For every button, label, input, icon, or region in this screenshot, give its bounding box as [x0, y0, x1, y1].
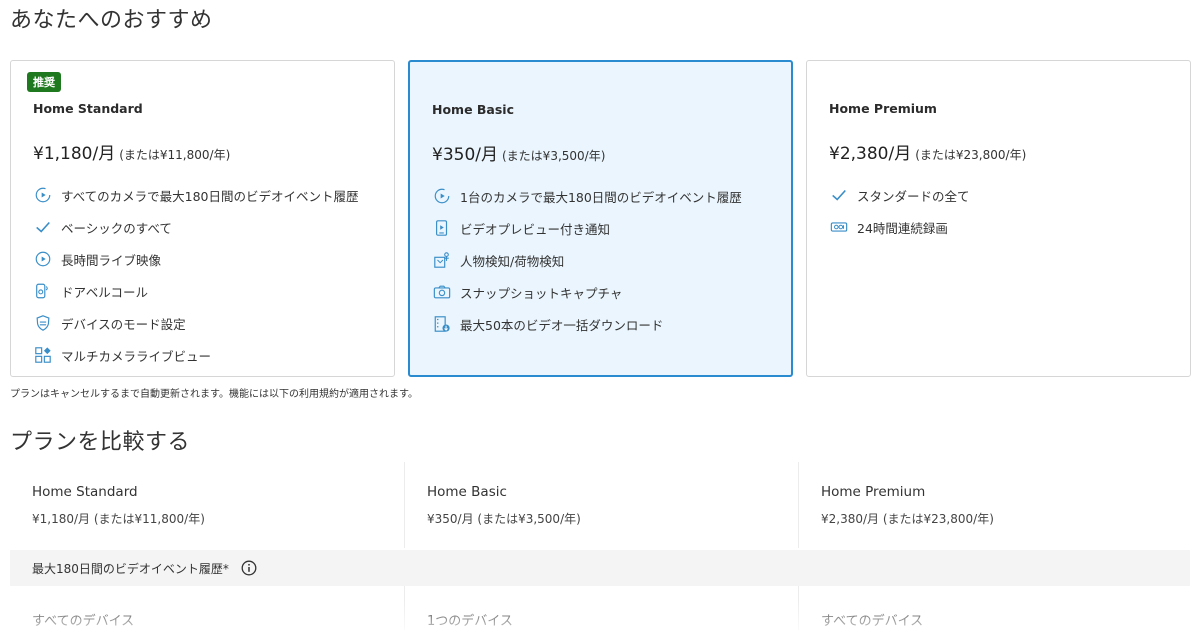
feature-item: 1台のカメラで最大180日間のビデオイベント履歴: [432, 180, 742, 212]
plan-card-home-basic[interactable]: Home Basic ¥350/月 (または¥3,500/年) 1台のカメラで最大…: [408, 60, 793, 377]
continuous-record-icon: [829, 217, 849, 237]
feature-list: すべてのカメラで最大180日間のビデオイベント履歴 ベーシックのすべて 長時間ラ…: [33, 179, 359, 371]
compare-plan-home-basic: Home Basic ¥350/月 (または¥3,500/年): [404, 462, 798, 548]
check-icon: [829, 185, 849, 205]
compare-plan-price: ¥350/月 (または¥3,500/年): [427, 512, 581, 526]
feature-item: マルチカメラライブビュー: [33, 339, 359, 371]
feature-item: スタンダードの全て: [829, 179, 970, 211]
monthly-price: ¥1,180/月: [33, 144, 116, 164]
compare-plan-name: Home Standard: [32, 484, 138, 500]
bulk-download-icon: [432, 314, 452, 334]
yearly-price: (または¥3,500/年): [502, 149, 606, 163]
compare-plan-name: Home Premium: [821, 484, 926, 500]
compare-feature-label: 最大180日間のビデオイベント履歴*: [32, 561, 229, 576]
device-coverage-basic: 1つのデバイス: [404, 586, 798, 630]
compare-plan-name: Home Basic: [427, 484, 507, 500]
compare-device-row: すべてのデバイス 1つのデバイス すべてのデバイス: [10, 586, 1190, 630]
device-coverage-premium: すべてのデバイス: [798, 586, 1190, 630]
plan-card-home-premium[interactable]: Home Premium ¥2,380/月 (または¥23,800/年) スタンダ…: [806, 60, 1191, 377]
play-history-icon: [33, 185, 53, 205]
feature-list: スタンダードの全て 24時間連続録画: [829, 179, 970, 243]
recommend-title: あなたへのおすすめ: [10, 8, 213, 33]
plan-price: ¥1,180/月 (または¥11,800/年): [33, 139, 230, 164]
check-icon: [33, 217, 53, 237]
yearly-price: (または¥11,800/年): [119, 148, 231, 162]
person-package-icon: [432, 250, 452, 270]
plan-name: Home Premium: [829, 101, 937, 116]
snapshot-camera-icon: [432, 282, 452, 302]
monthly-price: ¥350/月: [432, 145, 498, 165]
multi-camera-icon: [33, 345, 53, 365]
plan-name: Home Basic: [432, 102, 515, 117]
compare-plan-price: ¥1,180/月 (または¥11,800/年): [32, 512, 205, 526]
feature-item: 長時間ライブ映像: [33, 243, 359, 275]
doorbell-icon: [33, 281, 53, 301]
plan-card-home-standard[interactable]: 推奨 Home Standard ¥1,180/月 (または¥11,800/年) …: [10, 60, 395, 377]
feature-item: ベーシックのすべて: [33, 211, 359, 243]
plan-name: Home Standard: [33, 101, 143, 116]
feature-item: 最大50本のビデオ一括ダウンロード: [432, 308, 742, 340]
yearly-price: (または¥23,800/年): [915, 148, 1027, 162]
plan-price: ¥2,380/月 (または¥23,800/年): [829, 139, 1026, 164]
plan-price: ¥350/月 (または¥3,500/年): [432, 140, 605, 165]
feature-item: すべてのカメラで最大180日間のビデオイベント履歴: [33, 179, 359, 211]
compare-feature-row: 最大180日間のビデオイベント履歴*: [10, 550, 1190, 586]
compare-plan-home-premium: Home Premium ¥2,380/月 (または¥23,800/年): [798, 462, 1190, 548]
monthly-price: ¥2,380/月: [829, 144, 912, 164]
compare-plan-price: ¥2,380/月 (または¥23,800/年): [821, 512, 994, 526]
feature-list: 1台のカメラで最大180日間のビデオイベント履歴 ビデオプレビュー付き通知 人物…: [432, 180, 742, 340]
feature-item: ドアベルコール: [33, 275, 359, 307]
compare-header-row: Home Standard ¥1,180/月 (または¥11,800/年) Ho…: [10, 462, 1190, 548]
feature-item: 人物検知/荷物検知: [432, 244, 742, 276]
feature-item: デバイスのモード設定: [33, 307, 359, 339]
feature-item: ビデオプレビュー付き通知: [432, 212, 742, 244]
play-history-icon: [432, 186, 452, 206]
auto-renew-notice: プランはキャンセルするまで自動更新されます。機能には以下の利用規約が適用されます…: [10, 389, 418, 400]
preview-notification-icon: [432, 218, 452, 238]
device-coverage-standard: すべてのデバイス: [32, 614, 135, 629]
info-icon[interactable]: [241, 560, 257, 576]
recommended-badge: 推奨: [27, 72, 61, 92]
feature-item: 24時間連続録画: [829, 211, 970, 243]
compare-title: プランを比較する: [10, 430, 191, 455]
shield-mode-icon: [33, 313, 53, 333]
live-play-icon: [33, 249, 53, 269]
compare-plan-home-standard: Home Standard ¥1,180/月 (または¥11,800/年): [10, 462, 404, 548]
feature-item: スナップショットキャプチャ: [432, 276, 742, 308]
